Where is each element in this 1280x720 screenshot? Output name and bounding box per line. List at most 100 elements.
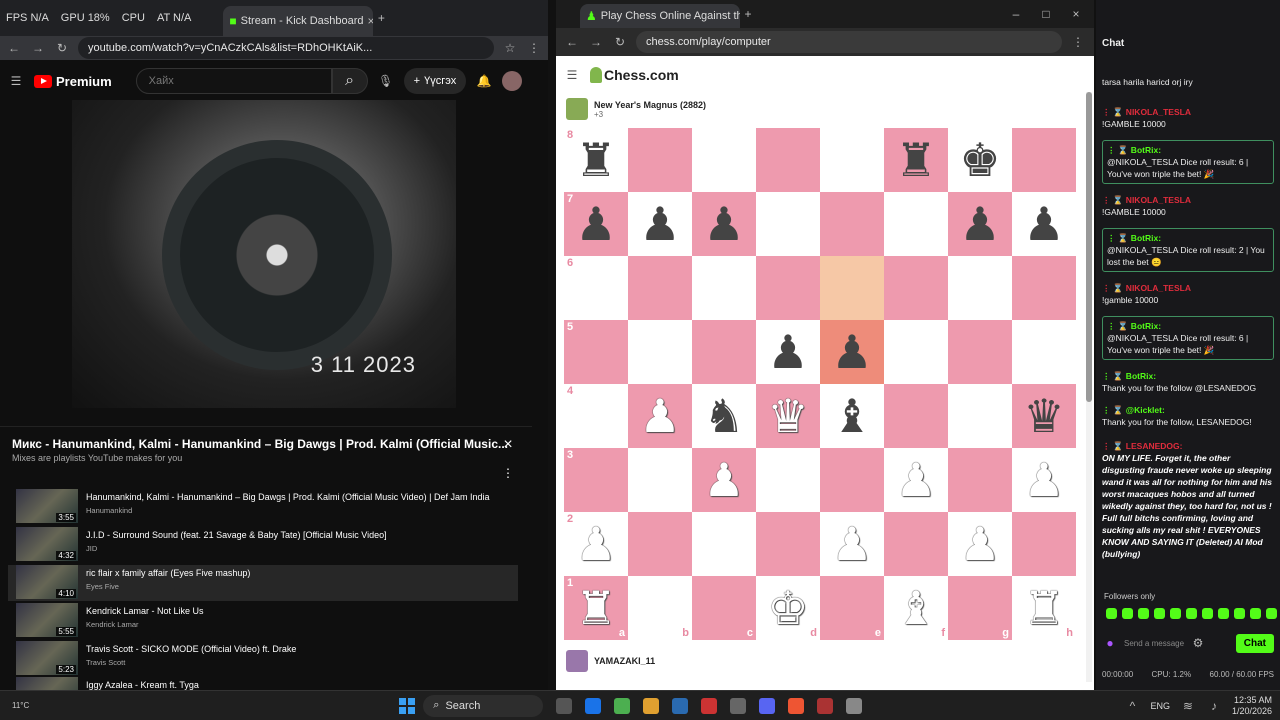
square-a1[interactable]: 1 a ♜ [564, 576, 628, 640]
chrome-icon[interactable] [788, 697, 805, 714]
black-pawn[interactable]: ♟ [767, 329, 808, 375]
square-g3[interactable] [948, 448, 1012, 512]
obs-icon[interactable] [846, 697, 863, 714]
square-e7[interactable] [820, 192, 884, 256]
square-e1[interactable]: e [820, 576, 884, 640]
square-d5[interactable]: ♟ [756, 320, 820, 384]
black-king[interactable]: ♚ [959, 137, 1000, 183]
list-item-current[interactable]: 4:10 ric flair x family affair (Eyes Five… [8, 565, 518, 601]
white-queen[interactable]: ♛ [767, 393, 808, 439]
back-icon[interactable]: ← [6, 40, 22, 56]
windows-start-icon[interactable] [399, 697, 416, 714]
black-pawn[interactable]: ♟ [1023, 201, 1064, 247]
square-c5[interactable] [692, 320, 756, 384]
white-king[interactable]: ♚ [767, 585, 808, 631]
chat-username[interactable]: ⋮ ⌛ LESANEDOG: [1102, 441, 1182, 451]
square-d6[interactable] [756, 256, 820, 320]
emote-icon[interactable]: ● [1102, 635, 1118, 651]
video-player[interactable]: 3 11 2023 [72, 100, 456, 408]
square-g5[interactable] [948, 320, 1012, 384]
black-pawn[interactable]: ♟ [703, 201, 744, 247]
url-field[interactable]: chess.com/play/computer [636, 31, 1062, 53]
black-queen[interactable]: ♛ [1023, 393, 1064, 439]
black-rook[interactable]: ♜ [895, 137, 936, 183]
square-h7[interactable]: ♟ [1012, 192, 1076, 256]
tab-gpu[interactable]: GPU 18% [55, 3, 116, 33]
square-g4[interactable] [948, 384, 1012, 448]
square-g2[interactable]: ♟ [948, 512, 1012, 576]
chrome-icon[interactable] [614, 697, 631, 714]
tab-chess[interactable]: ♟ Play Chess Online Against the C × [580, 4, 740, 28]
url-field[interactable]: youtube.com/watch?v=yCnACzkCAls&list=RDh… [78, 37, 494, 59]
window-close-icon[interactable]: × [1068, 6, 1084, 22]
white-pawn[interactable]: ♟ [959, 521, 1000, 567]
chat-input[interactable]: ● Send a message ⚙ Chat [1102, 630, 1274, 656]
edge-icon[interactable] [585, 697, 602, 714]
square-b1[interactable]: b [628, 576, 692, 640]
square-d7[interactable] [756, 192, 820, 256]
square-d4[interactable]: ♛ [756, 384, 820, 448]
forward-icon[interactable]: → [30, 40, 46, 56]
menu-icon[interactable]: ⋮ [526, 40, 542, 56]
square-a7[interactable]: 7 ♟ [564, 192, 628, 256]
avatar[interactable] [566, 650, 588, 672]
tab-kick-dashboard[interactable]: ■ Stream - Kick Dashboard × [223, 6, 374, 36]
square-c4[interactable]: ♞ [692, 384, 756, 448]
tab-fps[interactable]: FPS N/A [0, 3, 55, 33]
app-icon[interactable] [672, 697, 689, 714]
square-d8[interactable] [756, 128, 820, 192]
square-a8[interactable]: 8 ♜ [564, 128, 628, 192]
chat-username[interactable]: ⋮ ⌛ NIKOLA_TESLA [1102, 107, 1191, 117]
square-h2[interactable] [1012, 512, 1076, 576]
volume-icon[interactable]: ♪ [1206, 698, 1222, 714]
white-pawn[interactable]: ♟ [1023, 457, 1064, 503]
square-h4[interactable]: ♛ [1012, 384, 1076, 448]
white-pawn[interactable]: ♟ [703, 457, 744, 503]
square-f5[interactable] [884, 320, 948, 384]
youtube-logo[interactable]: Premium [34, 74, 112, 89]
square-e4[interactable]: ♝ [820, 384, 884, 448]
square-h5[interactable] [1012, 320, 1076, 384]
square-a3[interactable]: 3 [564, 448, 628, 512]
clock[interactable]: 12:35 AM 1/20/2026 [1232, 695, 1272, 717]
square-b6[interactable] [628, 256, 692, 320]
square-d2[interactable] [756, 512, 820, 576]
new-tab-icon[interactable]: + [740, 6, 756, 22]
tab-at[interactable]: AT N/A [151, 3, 197, 33]
square-d3[interactable] [756, 448, 820, 512]
square-a6[interactable]: 6 [564, 256, 628, 320]
black-pawn[interactable]: ♟ [575, 201, 616, 247]
white-pawn[interactable]: ♟ [831, 521, 872, 567]
square-g8[interactable]: ♚ [948, 128, 1012, 192]
folder-icon[interactable] [643, 697, 660, 714]
hamburger-icon[interactable]: ☰ [8, 73, 24, 89]
chevron-up-icon[interactable]: ^ [1124, 698, 1140, 714]
square-a2[interactable]: 2 ♟ [564, 512, 628, 576]
task-view-icon[interactable] [556, 697, 573, 714]
square-e3[interactable] [820, 448, 884, 512]
app-icon[interactable] [730, 697, 747, 714]
chat-username[interactable]: ⋮ ⌛ NIKOLA_TESLA [1102, 195, 1191, 205]
tab-cpu[interactable]: CPU [116, 3, 151, 33]
square-b8[interactable] [628, 128, 692, 192]
wifi-icon[interactable]: ≋ [1180, 698, 1196, 714]
avatar[interactable] [502, 71, 523, 91]
list-item[interactable]: 3:55 Hanumankind, Kalmi - Hanumankind – B… [8, 489, 518, 525]
square-h3[interactable]: ♟ [1012, 448, 1076, 512]
square-c7[interactable]: ♟ [692, 192, 756, 256]
chat-username[interactable]: ⋮ ⌛ BotRix: [1102, 371, 1156, 381]
square-f7[interactable] [884, 192, 948, 256]
chat-username[interactable]: ⋮ ⌛ BotRix: [1107, 321, 1161, 331]
scrollbar[interactable] [1086, 92, 1092, 682]
weather-widget[interactable]: 11°C [12, 701, 29, 710]
black-pawn[interactable]: ♟ [639, 201, 680, 247]
square-f8[interactable]: ♜ [884, 128, 948, 192]
white-pawn[interactable]: ♟ [639, 393, 680, 439]
menu-icon[interactable]: ⋮ [1070, 34, 1086, 50]
square-c6[interactable] [692, 256, 756, 320]
chat-username[interactable]: ⋮ ⌛ @Kicklet: [1102, 405, 1165, 415]
square-b5[interactable] [628, 320, 692, 384]
square-g6[interactable] [948, 256, 1012, 320]
taskbar-search[interactable]: ⌕ Search [423, 694, 544, 717]
square-f2[interactable] [884, 512, 948, 576]
